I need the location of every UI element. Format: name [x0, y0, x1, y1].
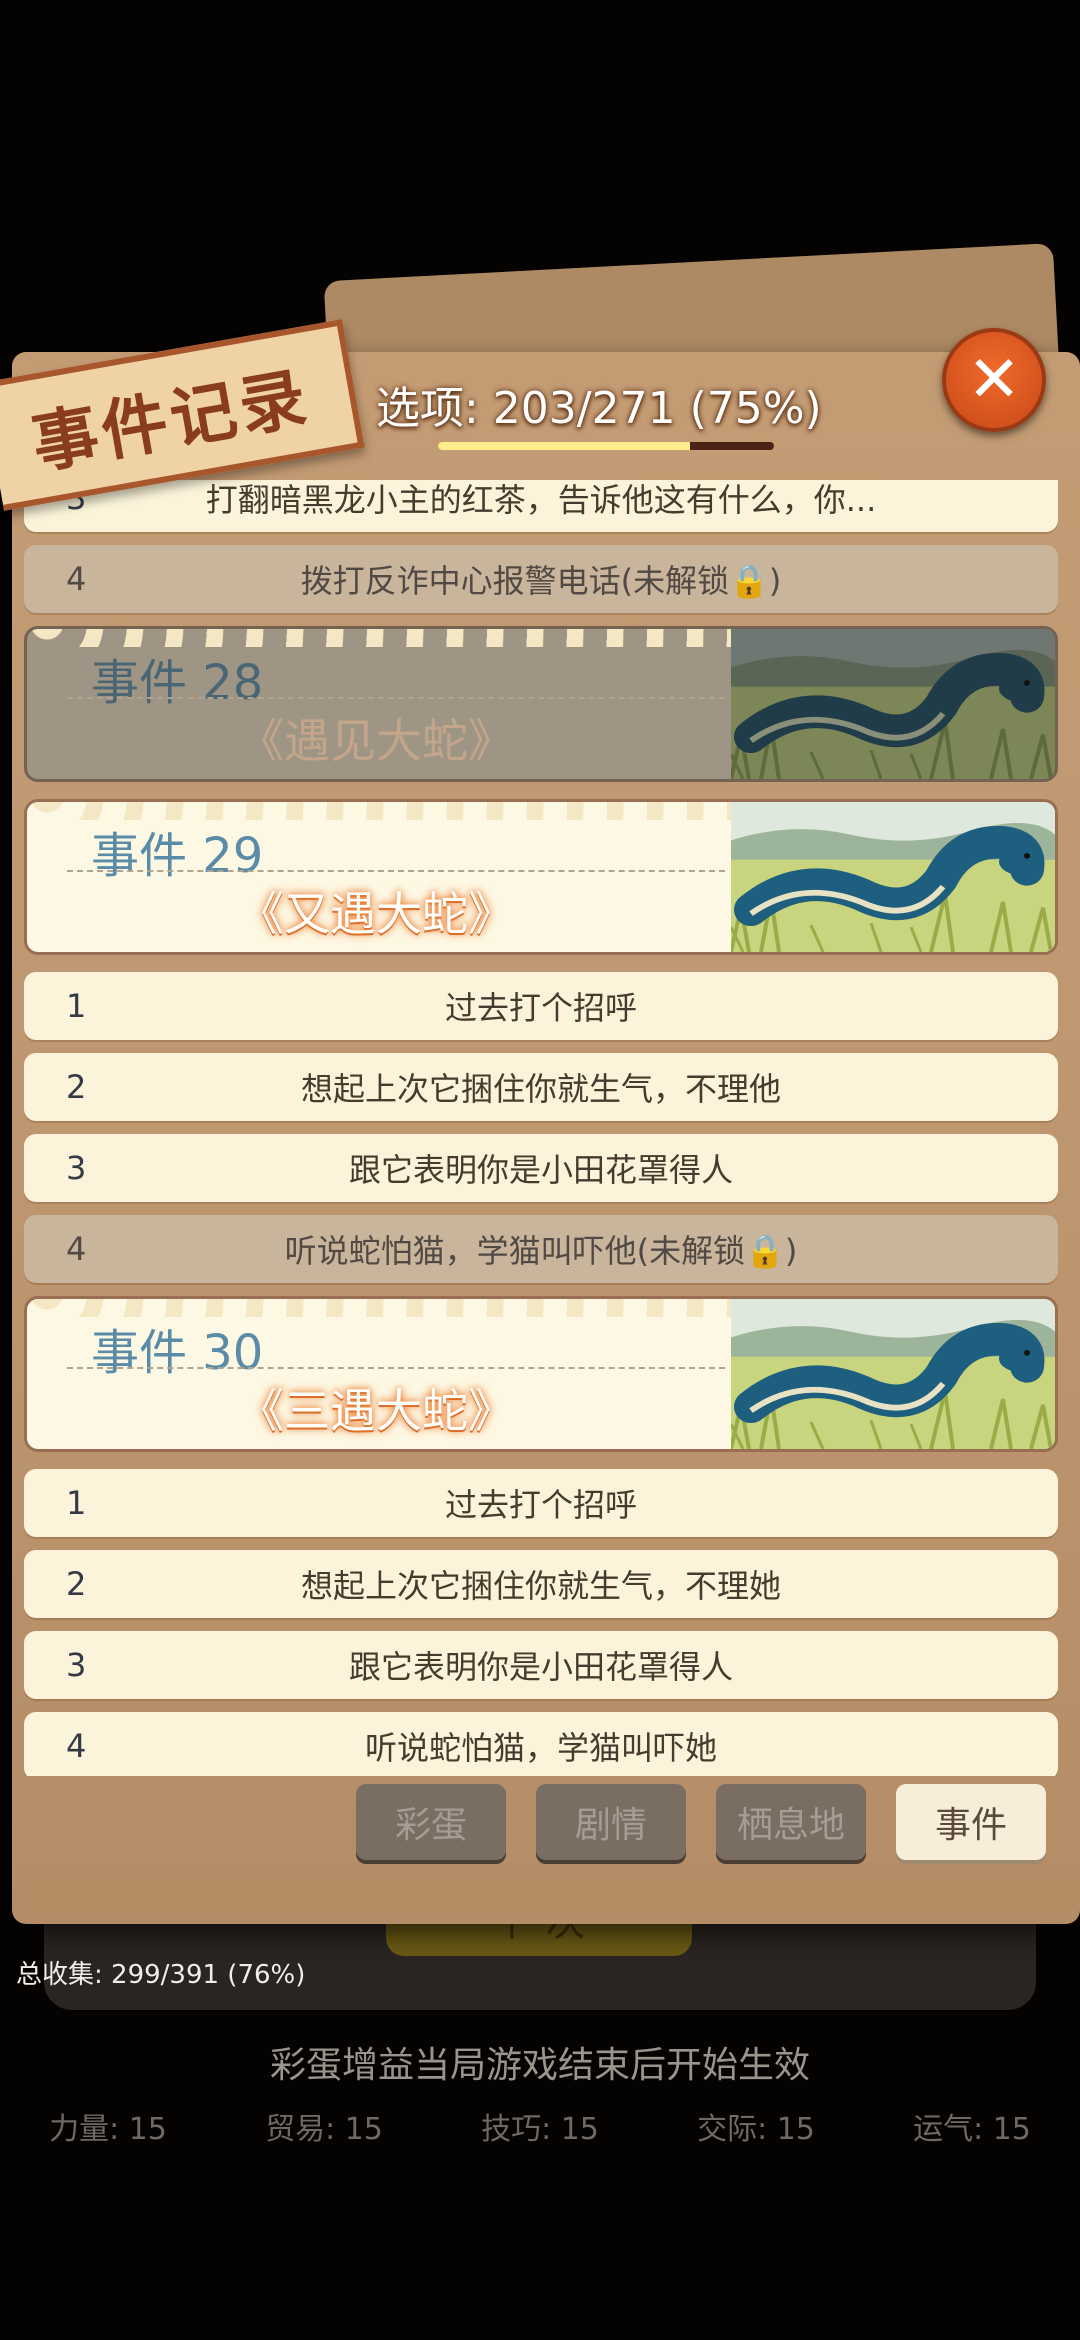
option-number: 1 [66, 1484, 87, 1522]
option-number: 3 [66, 1149, 87, 1187]
option-paren: ) [768, 562, 782, 600]
dashed-divider [67, 870, 725, 872]
option-text: 过去打个招呼 [24, 983, 1058, 1029]
snake-thumbnail [731, 1299, 1055, 1449]
option-number: 4 [66, 560, 87, 598]
snake-thumbnail [731, 802, 1055, 952]
locked-option[interactable]: 4 听说蛇怕猫，学猫叫吓他(未解锁🔒) [24, 1215, 1058, 1283]
option-item[interactable]: 2 想起上次它捆住你就生气，不理她 [24, 1550, 1058, 1618]
option-label: 想起上次它捆住你就生气，不理他 [300, 1070, 781, 1108]
options-progress-label: 选项: 203/271 (75%) [376, 383, 822, 434]
option-number: 1 [66, 987, 87, 1025]
event-name: 《三遇大蛇》 [238, 1384, 514, 1438]
dashed-divider [67, 697, 725, 699]
locked-option[interactable]: 4 拨打反诈中心报警电话(未解锁🔒) [24, 545, 1058, 613]
stat-social: 交际: 15 [697, 2112, 815, 2147]
event-card[interactable]: 事件 28 《遇见大蛇》 [24, 626, 1058, 782]
option-label: 过去打个招呼 [444, 1486, 637, 1524]
tab-story[interactable]: 剧情 [536, 1784, 686, 1860]
option-number: 2 [66, 1565, 87, 1603]
option-text: 过去打个招呼 [24, 1480, 1058, 1526]
option-text: 想起上次它捆住你就生气，不理他 [24, 1064, 1058, 1110]
option-label: 听说蛇怕猫，学猫叫吓他(未解锁 [284, 1232, 746, 1270]
options-progress-bar [438, 442, 774, 450]
option-item[interactable]: 3 跟它表明你是小田花罩得人 [24, 1631, 1058, 1699]
option-item[interactable]: 1 过去打个招呼 [24, 1469, 1058, 1537]
option-label: 跟它表明你是小田花罩得人 [348, 1648, 733, 1686]
stat-trade: 贸易: 15 [265, 2112, 383, 2147]
option-paren: ) [784, 1232, 798, 1270]
option-text: 跟它表明你是小田花罩得人 [24, 1642, 1058, 1688]
event-number: 事件 30 [91, 1325, 264, 1381]
option-text: 听说蛇怕猫，学猫叫吓他(未解锁🔒) [24, 1226, 1058, 1272]
event-name: 《遇见大蛇》 [238, 714, 514, 768]
snake-thumbnail [731, 629, 1055, 779]
option-label: 跟它表明你是小田花罩得人 [348, 1151, 733, 1189]
total-collection: 总收集: 299/391 (76%) [16, 1960, 306, 1990]
option-item[interactable]: 1 过去打个招呼 [24, 972, 1058, 1040]
stats-row: 力量: 15 贸易: 15 技巧: 15 交际: 15 运气: 15 [0, 2104, 1080, 2148]
stat-strength: 力量: 15 [49, 2112, 167, 2147]
close-button[interactable]: ✕ [942, 328, 1046, 432]
event-number: 事件 29 [91, 828, 264, 884]
option-item[interactable]: 3 打翻暗黑龙小主的红茶，告诉他这有什么，你... [24, 480, 1058, 532]
option-item[interactable]: 3 跟它表明你是小田花罩得人 [24, 1134, 1058, 1202]
stat-luck: 运气: 15 [913, 2112, 1031, 2147]
option-number: 3 [66, 1646, 87, 1684]
event-number: 事件 28 [91, 655, 264, 711]
option-label: 听说蛇怕猫，学猫叫吓她 [364, 1729, 717, 1767]
stat-skill: 技巧: 15 [481, 2112, 599, 2147]
lock-icon: 🔒 [729, 562, 769, 600]
tab-habitat[interactable]: 栖息地 [716, 1784, 866, 1860]
option-number: 2 [66, 1068, 87, 1106]
option-label: 想起上次它捆住你就生气，不理她 [300, 1567, 781, 1605]
option-item[interactable]: 2 想起上次它捆住你就生气，不理他 [24, 1053, 1058, 1121]
buff-note: 彩蛋增益当局游戏结束后开始生效 [269, 2045, 810, 2086]
category-tabs: 彩蛋 剧情 栖息地 事件 [356, 1784, 1046, 1860]
dashed-divider [67, 1367, 725, 1369]
event-card[interactable]: 事件 29 《又遇大蛇》 [24, 799, 1058, 955]
option-number: 4 [66, 1727, 87, 1765]
tab-events[interactable]: 事件 [896, 1784, 1046, 1860]
option-text: 跟它表明你是小田花罩得人 [24, 1145, 1058, 1191]
option-label: 拨打反诈中心报警电话(未解锁 [300, 562, 730, 600]
option-text: 打翻暗黑龙小主的红茶，告诉他这有什么，你... [24, 480, 1058, 521]
option-text: 拨打反诈中心报警电话(未解锁🔒) [24, 556, 1058, 602]
option-label: 过去打个招呼 [444, 989, 637, 1027]
option-item[interactable]: 4 听说蛇怕猫，学猫叫吓她 [24, 1712, 1058, 1776]
event-name: 《又遇大蛇》 [238, 887, 514, 941]
close-icon: ✕ [967, 343, 1021, 417]
paper-edge [30, 1880, 1080, 1910]
tab-easter-egg[interactable]: 彩蛋 [356, 1784, 506, 1860]
event-card[interactable]: 事件 30 《三遇大蛇》 [24, 1296, 1058, 1452]
record-list[interactable]: 3 打翻暗黑龙小主的红茶，告诉他这有什么，你... 4 拨打反诈中心报警电话(未解锁🔒… [24, 480, 1058, 1776]
option-number: 4 [66, 1230, 87, 1268]
option-text: 想起上次它捆住你就生气，不理她 [24, 1561, 1058, 1607]
option-text: 听说蛇怕猫，学猫叫吓她 [24, 1723, 1058, 1769]
options-progress-fill [438, 442, 690, 450]
lock-icon: 🔒 [745, 1232, 785, 1270]
option-label: 打翻暗黑龙小主的红茶，告诉他这有什么，你... [205, 481, 877, 519]
